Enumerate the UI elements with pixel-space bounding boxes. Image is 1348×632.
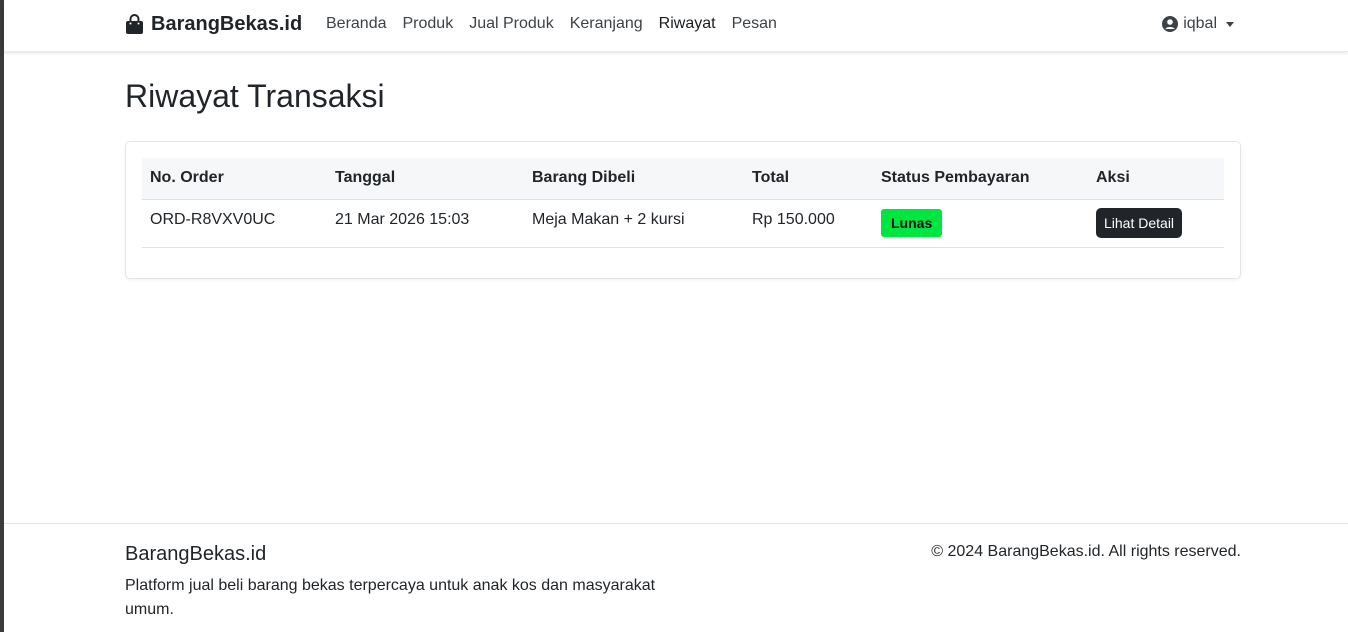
footer: BarangBekas.id Platform jual beli barang… <box>4 523 1348 632</box>
brand-name: BarangBekas.id <box>151 13 303 35</box>
header-item: Barang Dibeli <box>524 158 744 200</box>
nav-link-beranda[interactable]: Beranda <box>326 15 387 33</box>
view-detail-button[interactable]: Lihat Detail <box>1096 207 1183 238</box>
cell-total: Rp 150.000 <box>744 199 873 248</box>
nav-link-pesan[interactable]: Pesan <box>732 15 777 33</box>
user-dropdown[interactable]: iqbal <box>1162 15 1234 33</box>
header-payment-status: Status Pembayaran <box>873 158 1088 200</box>
status-badge: Lunas <box>881 208 943 237</box>
brand-link[interactable]: BarangBekas.id <box>125 13 302 36</box>
header-date: Tanggal <box>327 158 524 200</box>
nav-link-jual-produk[interactable]: Jual Produk <box>469 15 554 33</box>
user-circle-icon <box>1162 16 1179 32</box>
table-header-row: No. Order Tanggal Barang Dibeli Total St… <box>142 158 1224 200</box>
table-row: ORD-R8VXV0UC 21 Mar 2026 15:03 Meja Maka… <box>142 199 1224 248</box>
cell-status: Lunas <box>873 199 1088 248</box>
cell-action: Lihat Detail <box>1088 199 1224 248</box>
user-name: iqbal <box>1183 15 1217 32</box>
nav-links: Beranda Produk Jual Produk Keranjang Riw… <box>326 15 777 33</box>
page-title: Riwayat Transaksi <box>125 78 385 114</box>
transactions-table: No. Order Tanggal Barang Dibeli Total St… <box>142 158 1224 248</box>
cell-order-no: ORD-R8VXV0UC <box>142 199 327 248</box>
navbar: BarangBekas.id Beranda Produk Jual Produ… <box>4 0 1348 52</box>
cell-item: Meja Makan + 2 kursi <box>524 199 744 248</box>
shopping-bag-icon <box>126 14 143 34</box>
nav-link-keranjang[interactable]: Keranjang <box>570 15 643 33</box>
header-action: Aksi <box>1088 158 1224 200</box>
caret-down-icon <box>1226 21 1234 27</box>
nav-link-produk[interactable]: Produk <box>403 15 454 33</box>
footer-description: Platform jual beli barang bekas terperca… <box>125 577 656 618</box>
footer-title: BarangBekas.id <box>125 543 267 565</box>
header-total: Total <box>744 158 873 200</box>
header-order-no: No. Order <box>142 158 327 200</box>
cell-date: 21 Mar 2026 15:03 <box>327 199 524 248</box>
footer-copyright: © 2024 BarangBekas.id. All rights reserv… <box>931 543 1241 560</box>
transactions-card: No. Order Tanggal Barang Dibeli Total St… <box>125 141 1241 279</box>
nav-link-riwayat[interactable]: Riwayat <box>659 15 716 33</box>
